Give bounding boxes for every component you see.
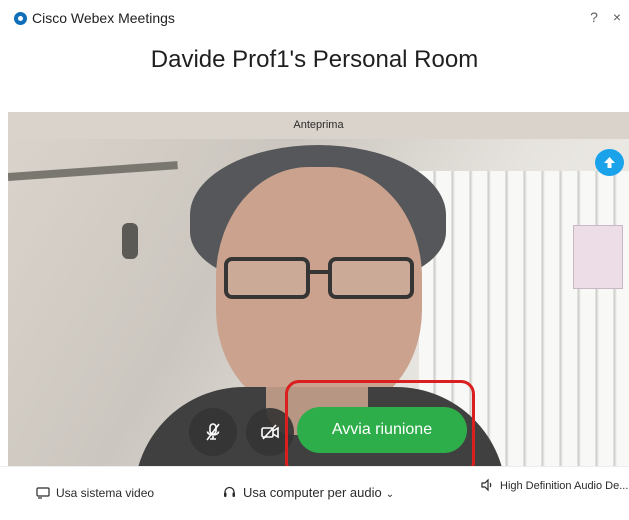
video-button[interactable] — [246, 408, 294, 456]
close-icon[interactable]: × — [608, 8, 626, 26]
camera-off-icon — [261, 424, 279, 440]
left-glasses-lens — [224, 257, 310, 299]
person-glasses — [224, 257, 414, 299]
chevron-down-icon: ⌄ — [385, 489, 395, 500]
start-meeting-button[interactable]: Avvia riunione — [297, 407, 467, 453]
background-lamp-bar — [8, 161, 178, 181]
cisco-webex-logo-icon — [14, 12, 27, 25]
glasses-bridge — [310, 270, 328, 274]
audio-device-label: High Definition Audio De... — [500, 480, 629, 492]
title-bar: Cisco Webex Meetings ? × — [0, 0, 629, 34]
right-glasses-lens — [328, 257, 414, 299]
audio-device-button[interactable]: High Definition Audio De... — [480, 477, 628, 495]
cast-screen-icon — [36, 487, 50, 499]
background-lamp — [122, 223, 138, 259]
microphone-off-icon — [206, 423, 220, 441]
preview-label: Anteprima — [293, 119, 344, 131]
audio-option-label: Usa computer per audio — [243, 485, 382, 500]
background-paper — [573, 225, 623, 289]
speaker-icon — [481, 478, 492, 492]
audio-option-select[interactable]: Usa computer per audio ⌄ — [222, 484, 394, 502]
webex-window: Cisco Webex Meetings ? × Davide Prof1's … — [0, 0, 629, 520]
bottom-bar: Usa sistema video Usa computer per audio… — [0, 466, 629, 520]
preview-header: Anteprima — [8, 112, 629, 139]
headset-icon — [224, 486, 235, 497]
up-arrow-icon[interactable] — [595, 149, 624, 176]
use-video-system-label: Usa sistema video — [56, 486, 155, 500]
mute-button[interactable] — [189, 408, 237, 456]
app-title: Cisco Webex Meetings — [32, 10, 175, 26]
help-icon[interactable]: ? — [585, 8, 603, 26]
use-video-system-button[interactable]: Usa sistema video — [36, 484, 154, 502]
meeting-room-title: Davide Prof1's Personal Room — [150, 46, 479, 73]
